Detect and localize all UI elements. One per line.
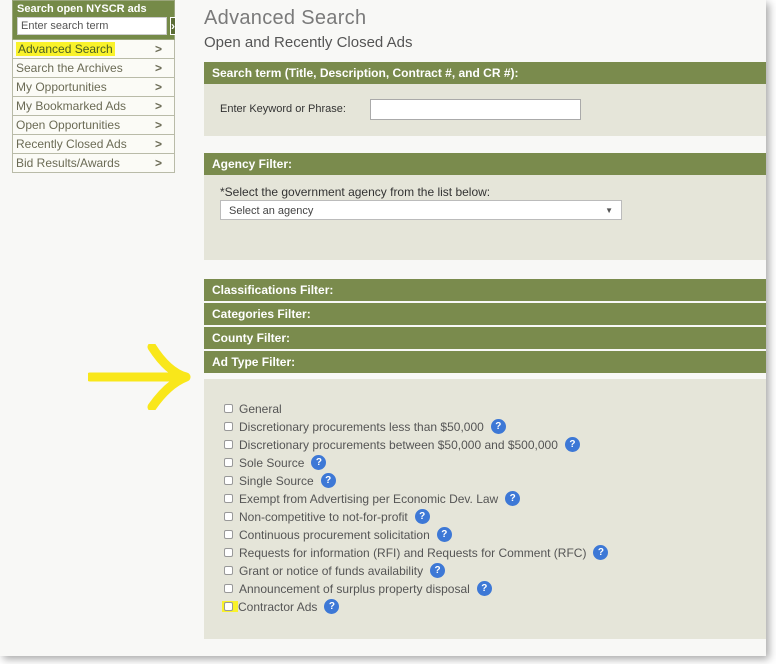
help-icon[interactable]: ? [490,419,506,434]
sidebar-item-my-opportunities[interactable]: My Opportunities > [12,78,175,97]
checkbox[interactable] [224,548,233,557]
ad-type-option[interactable]: Requests for information (RFI) and Reque… [224,545,766,560]
sidebar-item-advanced-search[interactable]: Advanced Search > [12,40,175,59]
help-icon[interactable]: ? [436,527,452,542]
sidebar-item-open-opportunities[interactable]: Open Opportunities > [12,116,175,135]
help-icon[interactable]: ? [324,599,340,614]
ad-type-option[interactable]: General [224,401,766,416]
search-term-panel: Enter Keyword or Phrase: [204,84,766,136]
help-icon[interactable]: ? [320,473,336,488]
agency-filter-header: Agency Filter: [204,153,766,175]
browser-frame: Search open NYSCR ads › Advanced Search>… [0,0,766,656]
checkbox[interactable] [224,530,233,539]
county-filter-header[interactable]: County Filter:› [204,327,766,349]
sidebar-item-search-archives[interactable]: Search the Archives > [12,59,175,78]
help-icon[interactable]: ? [414,509,430,524]
agency-select[interactable]: Select an agency ▼ [220,200,622,220]
agency-filter-panel: *Select the government agency from the l… [204,175,766,260]
page-title: Advanced Search [204,7,367,29]
quick-search-input[interactable] [17,17,167,35]
checkbox[interactable] [224,458,233,467]
ad-type-option[interactable]: Announcement of surplus property disposa… [224,581,766,596]
dropdown-arrow-icon: ▼ [605,206,613,215]
chevron-right-icon: > [154,137,162,151]
page-subtitle: Open and Recently Closed Ads [204,34,413,51]
ad-type-option[interactable]: Sole Source? [224,455,766,470]
keyword-input[interactable] [369,98,581,120]
sidebar-item-recently-closed[interactable]: Recently Closed Ads > [12,135,175,154]
chevron-right-icon: > [154,99,162,113]
help-icon[interactable]: ? [430,563,446,578]
highlight-mark [222,601,238,612]
checkbox[interactable] [224,404,233,413]
quick-search-box: Search open NYSCR ads › [12,0,176,40]
chevron-right-icon: > [154,80,162,94]
chevron-right-icon: > [154,61,162,75]
keyword-label: Enter Keyword or Phrase: [220,103,346,115]
ad-type-option[interactable]: Single Source? [224,473,766,488]
checkbox[interactable] [224,512,233,521]
ad-type-option[interactable]: Continuous procurement solicitation? [224,527,766,542]
quick-search-go-button[interactable]: › [170,17,176,35]
left-nav: Search open NYSCR ads › Advanced Search>… [12,0,176,173]
yellow-arrow-annotation [88,344,191,410]
ad-type-option[interactable]: Exempt from Advertising per Economic Dev… [224,491,766,506]
ad-type-option[interactable]: Discretionary procurements less than $50… [224,419,766,434]
help-icon[interactable]: ? [505,491,521,506]
chevron-right-icon: > [154,118,162,132]
ad-type-filter-header[interactable]: Ad Type Filter:ˇ [204,351,766,373]
ad-type-option[interactable]: Grant or notice of funds availability? [224,563,766,578]
checkbox[interactable] [224,476,233,485]
chevron-right-icon: > [154,42,162,56]
checkbox[interactable] [224,602,233,611]
checkbox[interactable] [224,566,233,575]
checkbox[interactable] [224,440,233,449]
agency-label: *Select the government agency from the l… [220,185,491,199]
ad-type-option[interactable]: Non-competitive to not-for-profit? [224,509,766,524]
help-icon[interactable]: ? [564,437,580,452]
ad-type-option-contractor-ads[interactable]: Contractor Ads? [222,599,766,614]
main-content: Advanced Search Open and Recently Closed… [204,0,766,639]
chevron-right-icon: > [154,156,162,170]
help-icon[interactable]: ? [593,545,609,560]
sidebar-item-bid-results[interactable]: Bid Results/Awards > [12,154,175,173]
ad-type-panel: General Discretionary procurements less … [204,379,766,639]
help-icon[interactable]: ? [311,455,327,470]
checkbox[interactable] [224,494,233,503]
search-term-header: Search term (Title, Description, Contrac… [204,62,766,84]
sidebar-item-bookmarked-ads[interactable]: My Bookmarked Ads > [12,97,175,116]
checkbox[interactable] [224,584,233,593]
checkbox[interactable] [224,422,233,431]
ad-type-option[interactable]: Discretionary procurements between $50,0… [224,437,766,452]
categories-filter-header[interactable]: Categories Filter:› [204,303,766,325]
classifications-filter-header[interactable]: Classifications Filter:› [204,279,766,301]
help-icon[interactable]: ? [476,581,492,596]
quick-search-title: Search open NYSCR ads [17,3,147,15]
